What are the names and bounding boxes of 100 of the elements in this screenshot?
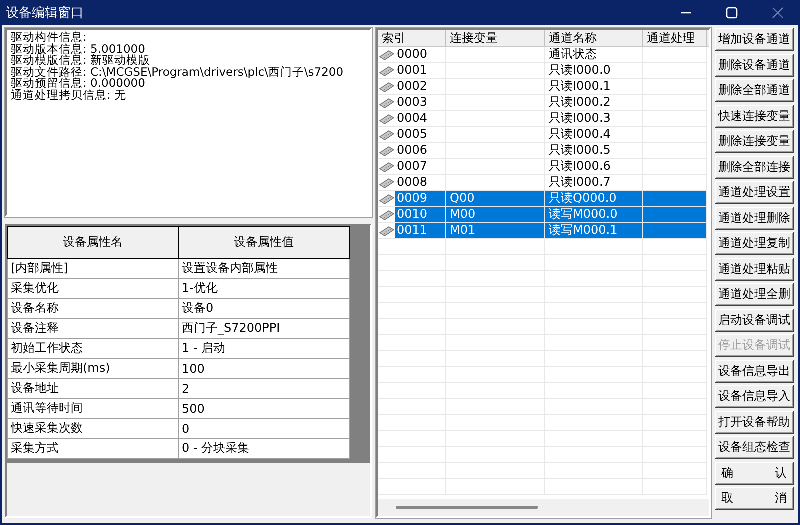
table-cell: 读写M000.1: [545, 223, 643, 239]
table-cell: 1-优化: [178, 278, 350, 298]
action-button[interactable]: 删除全部通道: [714, 79, 794, 102]
index-cell[interactable]: 0009: [395, 191, 445, 206]
column-header[interactable]: 索引: [378, 30, 446, 46]
table-cell: [378, 447, 446, 463]
table-cell: 只读I000.5: [545, 143, 643, 159]
table-cell: 西门子_S7200PPI: [178, 318, 350, 338]
action-button[interactable]: 删除设备通道: [714, 54, 794, 76]
table-cell: [643, 207, 707, 223]
index-cell[interactable]: 0011: [395, 223, 445, 238]
scrollbar-thumb[interactable]: [396, 506, 538, 509]
action-button[interactable]: 通道处理粘贴: [714, 258, 794, 280]
column-header: 设备属性名: [8, 226, 178, 258]
table-cell: 通讯状态: [545, 47, 643, 63]
index-cell[interactable]: 0004: [395, 111, 445, 126]
action-button[interactable]: 通道处理复制: [714, 232, 794, 255]
action-button[interactable]: 打开设备帮助: [714, 410, 794, 434]
table-cell: [378, 367, 446, 383]
table-cell: [378, 319, 446, 335]
table-cell: 读写M000.0: [545, 207, 643, 223]
action-button[interactable]: 通道处理设置: [714, 181, 794, 204]
action-button[interactable]: 增加设备通道: [714, 28, 794, 51]
table-cell: 通讯等待时间: [8, 398, 178, 418]
table-cell: 只读I000.2: [545, 95, 643, 111]
table-cell: [378, 335, 446, 351]
action-button[interactable]: 取 消: [714, 487, 794, 510]
table-cell: [378, 383, 446, 399]
index-cell[interactable]: 0005: [395, 127, 445, 142]
chip-icon: [379, 128, 395, 140]
chip-icon: [379, 96, 395, 108]
index-cell[interactable]: 0006: [395, 143, 445, 158]
table-cell: M00: [446, 207, 545, 223]
chip-icon: [379, 48, 395, 60]
chip-icon: [379, 80, 395, 92]
table-cell: 设备名称: [8, 298, 178, 318]
table-cell: 500: [178, 398, 350, 418]
chip-icon: [379, 176, 395, 188]
column-header: 设备属性值: [178, 226, 350, 258]
table-cell: [378, 287, 446, 303]
table-cell: [378, 351, 446, 367]
index-cell[interactable]: 0010: [395, 207, 445, 222]
table-cell: 1 - 启动: [178, 338, 350, 358]
table-cell: [378, 463, 446, 479]
window-title: 设备编辑窗口: [6, 4, 84, 22]
horizontal-scrollbar[interactable]: [378, 499, 709, 516]
index-cell[interactable]: 0001: [395, 63, 445, 78]
table-cell: 采集优化: [8, 278, 178, 298]
table-cell: [378, 271, 446, 287]
chip-icon: [379, 112, 395, 124]
chip-icon: [379, 208, 395, 220]
action-button[interactable]: 删除连接变量: [714, 130, 794, 153]
table-cell: 只读Q000.0: [545, 191, 643, 207]
table-cell: [内部属性]: [8, 258, 178, 278]
table-cell: 设备0: [178, 298, 350, 318]
table-cell: 2: [178, 378, 350, 398]
index-cell[interactable]: 0007: [395, 159, 445, 174]
table-cell: 0: [178, 418, 350, 438]
action-button[interactable]: 启动设备调试: [714, 308, 794, 332]
table-cell: [378, 431, 446, 447]
action-button[interactable]: 通道处理全删: [714, 283, 794, 306]
chip-icon: [379, 224, 395, 236]
table-cell: [378, 255, 446, 271]
action-button[interactable]: 设备信息导出: [714, 360, 794, 382]
table-cell: 0 - 分块采集: [178, 438, 350, 458]
index-cell[interactable]: 0008: [395, 175, 445, 190]
table-cell: 快速采集次数: [8, 418, 178, 438]
table-cell: M01: [446, 223, 545, 239]
index-cell[interactable]: 0003: [395, 95, 445, 110]
table-cell: [378, 415, 446, 431]
index-cell[interactable]: 0000: [395, 47, 445, 62]
column-header[interactable]: 连接变量: [446, 30, 545, 46]
action-button[interactable]: 删除全部连接: [714, 156, 794, 178]
chip-icon: [379, 160, 395, 172]
maximize-icon[interactable]: [726, 6, 738, 18]
column-header[interactable]: 通道处理: [643, 30, 707, 46]
table-cell: 最小采集周期(ms): [8, 358, 178, 378]
info-line: 通道处理拷贝信息: 无: [11, 90, 128, 101]
close-icon[interactable]: [772, 6, 784, 18]
table-cell: 只读I000.3: [545, 111, 643, 127]
index-cell[interactable]: 0002: [395, 79, 445, 94]
table-cell: 只读I000.0: [545, 63, 643, 79]
column-header[interactable]: 通道名称: [545, 30, 643, 46]
action-button[interactable]: 设备组态检查: [714, 436, 794, 459]
action-button[interactable]: 设备信息导入: [714, 385, 794, 408]
info-line: 驱动预留信息: 0.000000: [11, 78, 146, 90]
table-cell: 设置设备内部属性: [178, 258, 350, 278]
action-button[interactable]: 通道处理删除: [714, 206, 794, 230]
chip-icon: [379, 192, 395, 204]
chip-icon: [379, 144, 395, 156]
table-cell: [643, 239, 707, 255]
info-line: 驱动构件信息:: [11, 32, 88, 44]
action-button[interactable]: 快速连接变量: [714, 104, 794, 128]
table-cell: [643, 191, 707, 207]
table-cell: 设备地址: [8, 378, 178, 398]
action-button[interactable]: 确 认: [714, 462, 794, 484]
table-cell: [643, 223, 707, 239]
table-cell: 初始工作状态: [8, 338, 178, 358]
table-cell: [378, 479, 446, 495]
info-line: 驱动模版信息: 新驱动模版: [11, 55, 152, 66]
